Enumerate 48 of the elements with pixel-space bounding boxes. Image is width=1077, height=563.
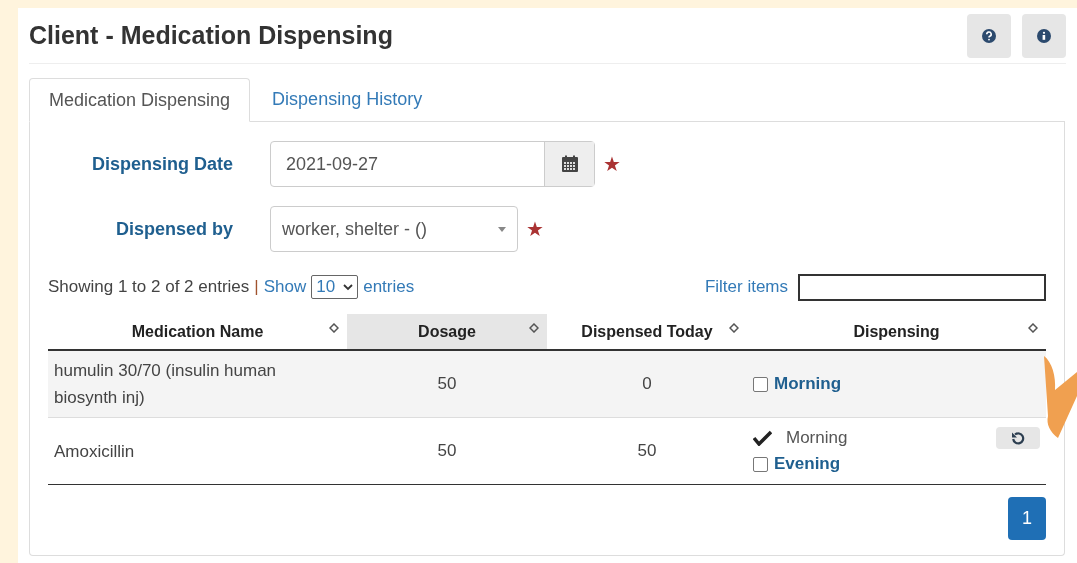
filter-field[interactable]: [798, 273, 1046, 301]
check-icon: [753, 430, 772, 446]
column-header[interactable]: Dispensing: [747, 314, 1046, 349]
field-label: Dispensed by: [114, 217, 234, 241]
filter-label: Filter items: [704, 276, 788, 299]
calendar-icon: [560, 155, 579, 173]
page-button[interactable]: 1: [1008, 497, 1046, 540]
table-cell-text: 50: [636, 440, 658, 463]
column-header[interactable]: Medication Name: [48, 314, 347, 349]
checkbox[interactable]: [753, 376, 768, 392]
tab[interactable]: Medication Dispensing: [29, 78, 251, 122]
date-value: 2021-09-27: [285, 152, 380, 176]
table-cell-text: 50: [436, 373, 458, 396]
column-header[interactable]: Dosage: [347, 314, 547, 349]
sort-icon: [1028, 323, 1038, 333]
required-mark: ★: [526, 219, 544, 239]
sort-icon: [729, 323, 739, 333]
chevron-down-icon: [343, 283, 354, 291]
undo-button[interactable]: [996, 427, 1040, 449]
show-label: Show: [263, 276, 307, 299]
help-button[interactable]: [967, 13, 1011, 58]
table-cell-text: 50: [436, 440, 458, 463]
column-header[interactable]: Dispensed Today: [547, 314, 747, 349]
info-icon: [1037, 28, 1051, 43]
info-button[interactable]: [1022, 13, 1066, 58]
page-title: Client - Medication Dispensing: [29, 19, 393, 51]
help-icon: [982, 28, 996, 43]
sort-icon: [529, 323, 539, 333]
entries-summary: Showing 1 to 2 of 2 entries: [48, 276, 250, 299]
entries-label: entries: [363, 276, 415, 299]
caret-icon: [498, 226, 506, 232]
slot-link[interactable]: Morning: [774, 371, 842, 397]
page-size-select[interactable]: 10: [311, 275, 359, 299]
slot-link[interactable]: Evening: [774, 451, 841, 477]
undo-icon: [1011, 431, 1025, 445]
date-field[interactable]: 2021-09-27: [270, 141, 595, 187]
field-label: Dispensing Date: [90, 152, 234, 176]
table-cell-text: Amoxicillin: [53, 440, 136, 463]
checkbox[interactable]: [753, 456, 768, 472]
tab[interactable]: Dispensing History: [250, 78, 445, 121]
table-cell-text: 0: [641, 373, 653, 396]
calendar-button[interactable]: [544, 142, 594, 186]
required-mark: ★: [603, 154, 621, 174]
table-cell-text: humulin 30/70 (insulin human biosynth inj): [53, 360, 278, 409]
slot-label: Morning: [786, 427, 848, 450]
sort-icon: [329, 323, 339, 333]
separator: |: [254, 276, 259, 299]
worker-select[interactable]: worker, shelter - (): [270, 206, 518, 252]
